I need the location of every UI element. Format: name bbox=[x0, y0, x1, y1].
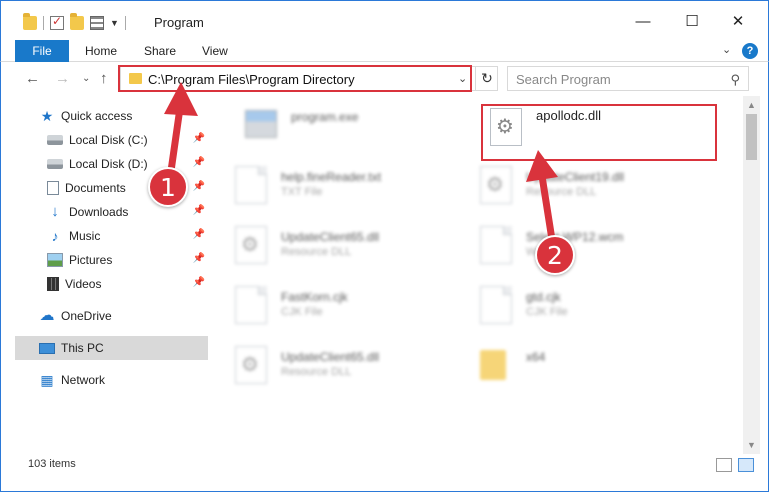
step-2-badge: 2 bbox=[535, 235, 575, 275]
arrow-2 bbox=[526, 150, 558, 250]
arrow-1 bbox=[164, 82, 198, 182]
step-1-badge: 1 bbox=[148, 167, 188, 207]
annotation-arrows bbox=[164, 82, 558, 250]
